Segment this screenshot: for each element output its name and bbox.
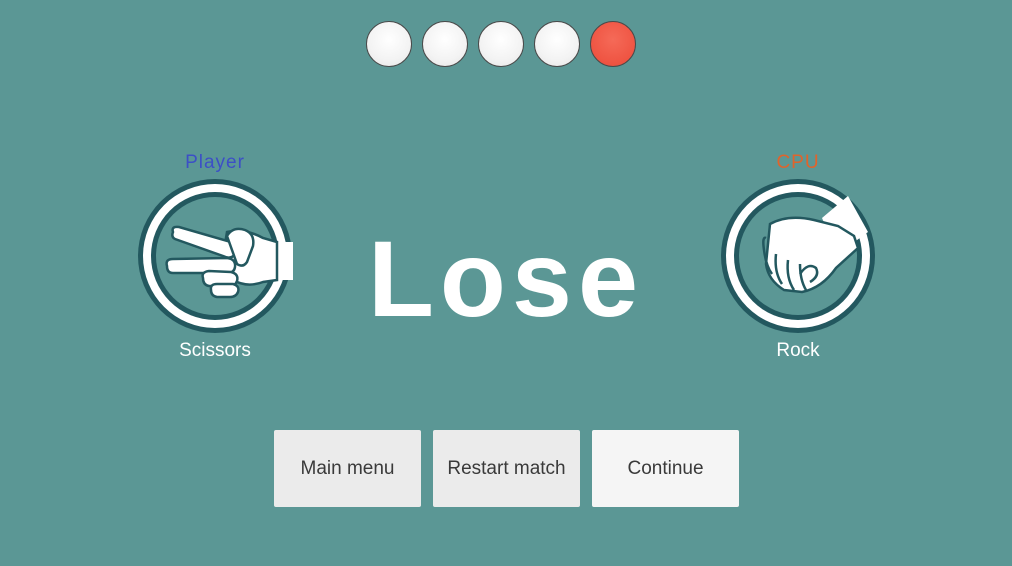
game-screen: Player Scissors Lose CPU Rock Main menu …	[0, 0, 1012, 566]
player-panel: Player Scissors	[135, 150, 295, 362]
round-indicator-2	[422, 21, 468, 67]
main-menu-button[interactable]: Main menu	[274, 430, 421, 507]
cpu-choice-label: Rock	[776, 340, 820, 361]
round-indicators	[366, 21, 636, 67]
round-indicator-3	[478, 21, 524, 67]
scissors-hand-icon	[135, 176, 295, 336]
player-choice-label: Scissors	[179, 340, 251, 361]
round-indicator-5	[590, 21, 636, 67]
rock-fist-icon	[718, 176, 878, 336]
action-buttons: Main menu Restart match Continue	[274, 430, 739, 507]
continue-button[interactable]: Continue	[592, 430, 739, 507]
player-title: Player	[185, 152, 245, 173]
restart-match-button[interactable]: Restart match	[433, 430, 580, 507]
match-result-text: Lose	[367, 218, 645, 339]
round-indicator-1	[366, 21, 412, 67]
cpu-title: CPU	[776, 152, 820, 173]
round-indicator-4	[534, 21, 580, 67]
cpu-panel: CPU Rock	[718, 150, 878, 362]
